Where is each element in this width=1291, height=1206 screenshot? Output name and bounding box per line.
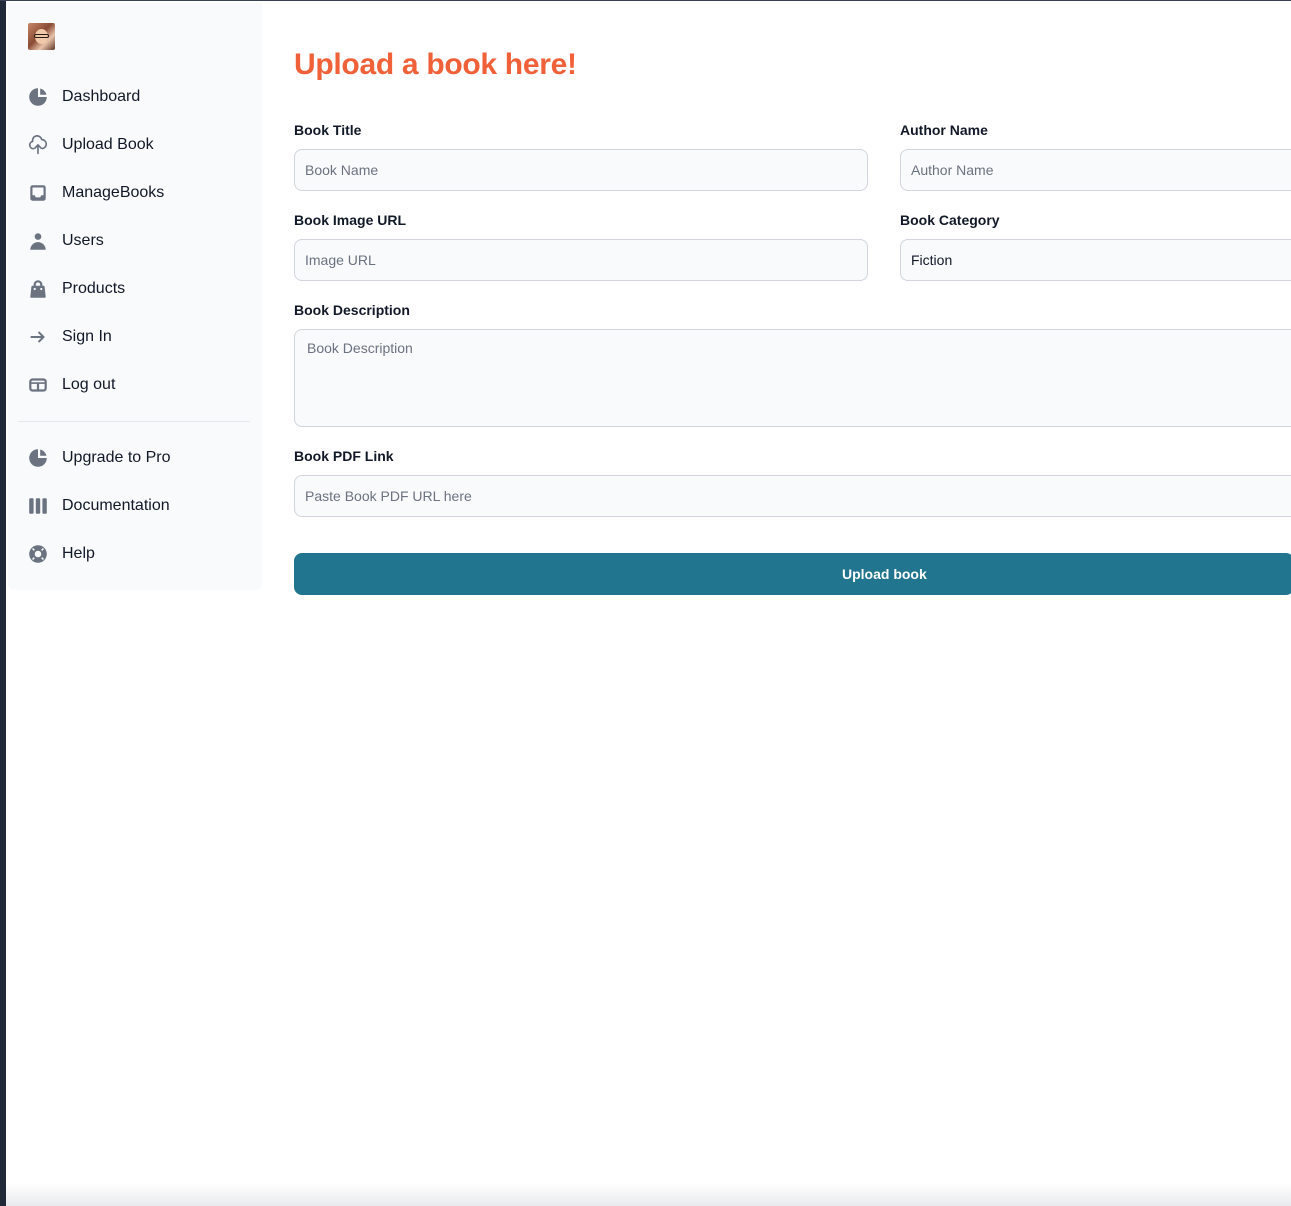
sidebar: Dashboard Upload Book ManageBooks Users … xyxy=(8,3,262,590)
book-image-label: Book Image URL xyxy=(294,212,407,228)
author-name-label: Author Name xyxy=(900,122,988,138)
book-title-input[interactable] xyxy=(294,149,868,191)
sidebar-item-label: Sign In xyxy=(62,328,112,345)
book-description-label: Book Description xyxy=(294,302,410,318)
book-description-textarea[interactable] xyxy=(294,329,1291,427)
book-image-url-input[interactable] xyxy=(294,239,868,281)
author-name-input[interactable] xyxy=(900,149,1291,191)
page-title: Upload a book here! xyxy=(294,48,577,81)
sidebar-item-products[interactable]: Products xyxy=(20,269,250,309)
sidebar-item-label: Products xyxy=(62,280,126,297)
upload-book-button[interactable]: Upload book xyxy=(294,553,1291,595)
inbox-icon xyxy=(24,179,52,207)
window-edge xyxy=(0,0,6,1206)
sidebar-item-documentation[interactable]: Documentation xyxy=(20,486,250,526)
chart-pie-icon xyxy=(24,444,52,472)
book-pdf-label: Book PDF Link xyxy=(294,448,394,464)
sidebar-item-manage-books[interactable]: ManageBooks xyxy=(20,173,250,213)
view-boards-icon xyxy=(24,492,52,520)
sidebar-item-sign-in[interactable]: Sign In xyxy=(20,317,250,357)
book-category-value: Fiction xyxy=(911,252,953,268)
sidebar-item-label: Log out xyxy=(62,376,116,393)
table-icon xyxy=(24,371,52,399)
cloud-upload-icon xyxy=(24,131,52,159)
arrow-right-icon xyxy=(24,323,52,351)
window-top-border xyxy=(0,0,1291,1)
sidebar-item-upgrade-to-pro[interactable]: Upgrade to Pro xyxy=(20,438,250,478)
sidebar-item-upload-book[interactable]: Upload Book xyxy=(20,125,250,165)
shopping-bag-icon xyxy=(24,275,52,303)
sidebar-item-users[interactable]: Users xyxy=(20,221,250,261)
sidebar-item-label: ManageBooks xyxy=(62,184,165,201)
sidebar-item-label: Upload Book xyxy=(62,136,154,153)
book-title-label: Book Title xyxy=(294,122,362,138)
user-icon xyxy=(24,227,52,255)
sidebar-item-label: Dashboard xyxy=(62,88,141,105)
sidebar-item-dashboard[interactable]: Dashboard xyxy=(20,77,250,117)
book-category-select[interactable]: Fiction xyxy=(900,239,1291,281)
bottom-shadow xyxy=(6,1184,1291,1206)
chart-pie-icon xyxy=(24,83,52,111)
book-pdf-input[interactable] xyxy=(294,475,1291,517)
book-category-label: Book Category xyxy=(900,212,1000,228)
sidebar-item-log-out[interactable]: Log out xyxy=(20,365,250,405)
sidebar-item-help[interactable]: Help xyxy=(20,534,250,574)
sidebar-item-label: Upgrade to Pro xyxy=(62,449,171,466)
sidebar-item-label: Users xyxy=(62,232,104,249)
sidebar-divider xyxy=(18,421,250,422)
support-icon xyxy=(24,540,52,568)
avatar[interactable] xyxy=(28,23,55,50)
sidebar-item-label: Help xyxy=(62,545,95,562)
sidebar-item-label: Documentation xyxy=(62,497,170,514)
